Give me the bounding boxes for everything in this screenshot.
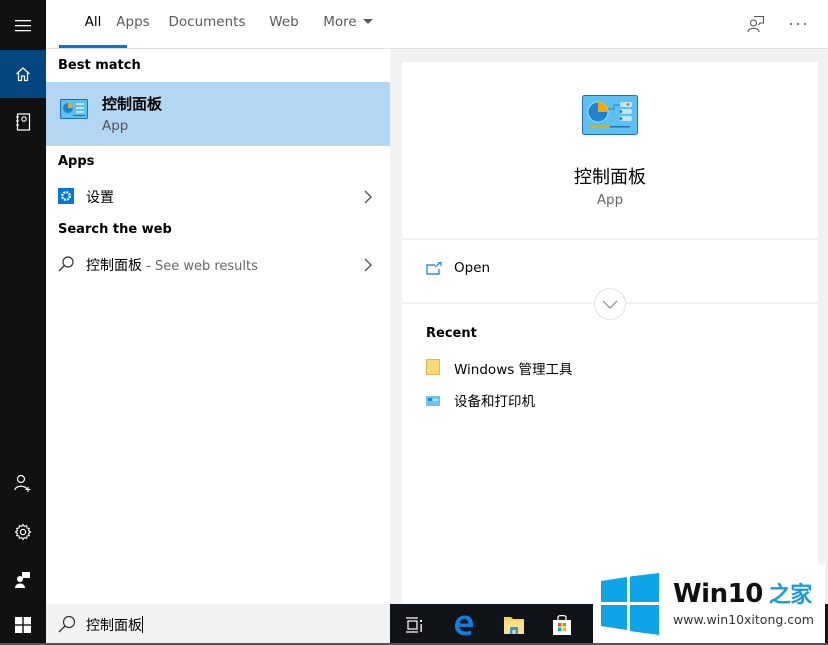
tab-documents[interactable]: Documents [164,0,250,48]
best-match-subtitle: App [102,118,129,134]
edge-icon [455,615,474,635]
expand-actions-button[interactable] [594,288,626,320]
search-web-header: Search the web [58,222,172,237]
search-input[interactable]: 控制面板 [46,604,390,645]
devices-printers-icon [426,391,440,410]
hamburger-menu-button[interactable] [0,2,46,50]
feedback-icon [747,15,765,33]
web-query: 控制面板 [86,258,142,274]
settings-app-icon [58,188,74,208]
apps-header: Apps [58,154,95,169]
notebook-icon [16,113,31,131]
control-panel-large-icon [582,95,638,139]
best-match-title: 控制面板 [102,95,163,113]
windows-search-window: All Apps Documents Web More Best match 控… [0,0,828,645]
add-user-button[interactable] [0,459,46,507]
hamburger-icon [15,20,31,32]
windows-logo-icon [15,616,31,633]
search-scope-tabs: All Apps Documents Web More [46,0,828,49]
control-panel-icon [60,99,88,123]
chevron-right-icon[interactable] [364,257,372,276]
tab-more[interactable]: More [320,0,376,48]
tab-apps[interactable]: Apps [110,0,156,48]
watermark-brand: Win10 [673,579,763,609]
edge-button[interactable] [440,604,488,645]
settings-button[interactable] [0,508,46,556]
preview-app-name: 控制面板 [574,167,646,188]
task-view-button[interactable] [390,604,438,645]
chevron-down-icon [602,300,618,309]
results-panel: Best match 控制面板 App Apps 设置 Search the w… [46,49,390,604]
watermark-brand-cn: 之家 [768,583,813,608]
feedback-person-icon [15,572,30,588]
more-options-icon [790,23,806,25]
start-button[interactable] [0,604,46,645]
home-button[interactable] [0,50,46,98]
app-result-settings[interactable]: 设置 [46,179,390,213]
watermark-url: www.win10xitong.com [673,612,814,627]
recent-item-label: 设备和打印机 [454,394,535,410]
search-icon [58,256,74,276]
recent-header: Recent [426,326,477,341]
task-view-icon [406,616,422,633]
best-match-item[interactable]: 控制面板 App [46,82,390,146]
feedback-button[interactable] [0,556,46,604]
store-button[interactable] [538,604,586,645]
more-options-button[interactable] [784,10,812,38]
watermark: Win10 之家 www.win10xitong.com [593,565,825,643]
preview-app-type: App [596,192,624,208]
best-match-header: Best match [58,58,141,73]
folder-icon [426,359,440,379]
recent-item-label: Windows 管理工具 [454,362,573,378]
text-cursor [142,616,143,633]
web-suffix: - See web results [142,259,258,274]
notebook-button[interactable] [0,98,46,146]
app-result-label: 设置 [86,190,114,206]
preview-header: 控制面板 App [402,62,818,238]
search-icon [58,615,76,637]
caret-down-icon [362,19,373,24]
gear-icon [14,523,32,541]
file-explorer-button[interactable] [490,604,538,645]
tab-web[interactable]: Web [264,0,304,48]
store-icon [553,614,571,635]
file-explorer-icon [504,616,524,634]
add-user-icon [14,474,31,492]
web-result[interactable]: 控制面板 - See web results [46,247,390,281]
windows10-logo-icon [599,573,661,639]
search-value: 控制面板 [86,618,142,634]
open-label: Open [454,260,491,276]
left-rail [0,0,46,604]
chevron-right-icon[interactable] [364,189,372,208]
home-icon [16,67,30,82]
open-icon [426,262,442,275]
recent-section: Recent Windows 管理工具 设备和打印机 [402,304,818,604]
feedback-top-button[interactable] [742,10,770,38]
